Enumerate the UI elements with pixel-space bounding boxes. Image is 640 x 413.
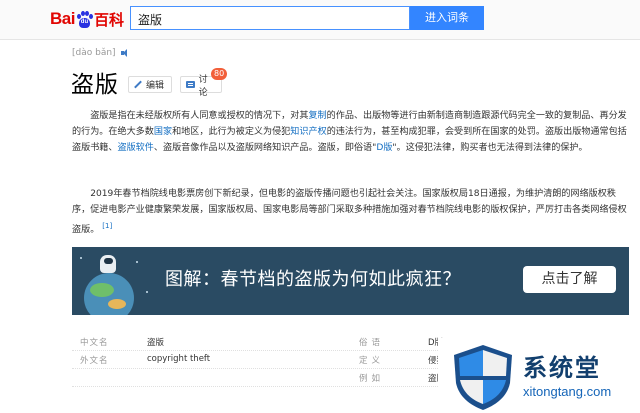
text-run: 盗版是指在未经版权所有人同意或授权的情况下，对其 bbox=[90, 111, 309, 121]
search-input[interactable]: 盗版 bbox=[130, 6, 410, 30]
banner-title: 图解：春节档的盗版为何如此疯狂？ bbox=[165, 269, 461, 290]
planet-land bbox=[108, 299, 126, 309]
info-value: copyright theft bbox=[147, 354, 211, 364]
pinyin-text: [dào bǎn] bbox=[72, 48, 116, 58]
windows-shield-icon bbox=[454, 345, 512, 410]
page-title: 盗版 bbox=[71, 72, 119, 98]
text-run: "。这侵犯法律，购买者也无法得到法律的保护。 bbox=[392, 143, 588, 153]
logo-text-du: du bbox=[80, 18, 89, 25]
star-icon bbox=[80, 257, 82, 259]
text-run: 和地区，此行为被定义为侵犯 bbox=[172, 127, 291, 137]
pencil-icon bbox=[134, 81, 142, 89]
summary-paragraph: 盗版是指在未经版权所有人同意或授权的情况下，对其复制的作品、出版物等进行由新制造… bbox=[72, 108, 630, 156]
link-copy[interactable]: 复制 bbox=[308, 111, 326, 121]
info-key: 定义 bbox=[359, 356, 385, 366]
text-run: 2019年春节档院线电影票房创下新纪录，但电影的盗版传播问题也引起社会关注。国家… bbox=[72, 189, 627, 236]
star-icon bbox=[136, 261, 138, 263]
link-ip[interactable]: 知识产权 bbox=[290, 127, 326, 137]
info-key: 例如 bbox=[359, 374, 385, 384]
info-value: 盗版 bbox=[147, 338, 165, 348]
info-key: 中文名 bbox=[80, 338, 109, 348]
learn-more-button[interactable]: 点击了解 bbox=[523, 266, 616, 293]
astronaut-visor bbox=[104, 258, 113, 264]
planet-land bbox=[90, 283, 114, 297]
speaker-icon[interactable] bbox=[120, 49, 130, 57]
text-run: 、盗版音像作品以及盗版网络知识产品。盗版，即俗语" bbox=[153, 143, 377, 153]
pinyin-row: [dào bǎn] bbox=[72, 48, 130, 58]
reference-link[interactable]: [1] bbox=[102, 222, 112, 230]
info-key: 外文名 bbox=[80, 356, 109, 366]
info-key: 俗语 bbox=[359, 338, 385, 348]
watermark-brand: 系统堂 bbox=[523, 354, 601, 382]
logo-text-bai: Bai bbox=[50, 9, 75, 28]
news-paragraph: 2019年春节档院线电影票房创下新纪录，但电影的盗版传播问题也引起社会关注。国家… bbox=[72, 186, 630, 238]
link-pirated-software[interactable]: 盗版软件 bbox=[117, 143, 153, 153]
edit-button[interactable]: 编辑 bbox=[128, 76, 172, 93]
watermark-url: xitongtang.com bbox=[523, 384, 612, 399]
logo-text-baike: 百科 bbox=[93, 10, 124, 29]
link-d-version[interactable]: D版 bbox=[376, 143, 392, 153]
comment-icon bbox=[186, 81, 195, 88]
link-country[interactable]: 国家 bbox=[154, 127, 172, 137]
top-bar: Bai du 百科 盗版 进入词条 bbox=[0, 0, 640, 40]
enter-entry-button[interactable]: 进入词条 bbox=[410, 6, 484, 30]
baidu-baike-logo[interactable]: Bai du 百科 bbox=[50, 8, 124, 30]
infographic-banner[interactable]: 图解：春节档的盗版为何如此疯狂？ 点击了解 bbox=[72, 247, 629, 315]
edit-label: 编辑 bbox=[146, 81, 165, 91]
paw-icon: du bbox=[76, 10, 93, 28]
discuss-count-badge: 80 bbox=[211, 68, 228, 80]
star-icon bbox=[146, 291, 148, 293]
